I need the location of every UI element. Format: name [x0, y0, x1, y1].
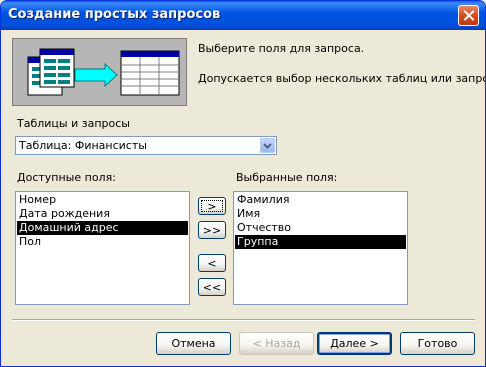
- close-button[interactable]: [458, 5, 479, 26]
- add-all-fields-button-label: >>: [202, 224, 222, 237]
- available-field-item[interactable]: Номер: [17, 193, 188, 207]
- combobox-dropdown-button[interactable]: [260, 138, 275, 153]
- remove-field-button[interactable]: <: [198, 254, 226, 272]
- available-fields-label: Доступные поля:: [17, 171, 116, 184]
- back-button-label: < Назад: [252, 337, 301, 350]
- chevron-down-icon: [263, 143, 272, 149]
- selected-fields-label: Выбранные поля:: [236, 171, 338, 184]
- remove-field-button-label: <: [207, 257, 217, 270]
- finish-button-label: Готово: [417, 337, 458, 350]
- tables-combobox[interactable]: Таблица: Финансисты: [15, 136, 277, 155]
- intro-line-1: Выберите поля для запроса.: [198, 42, 365, 55]
- tables-combobox-value: Таблица: Финансисты: [19, 139, 147, 152]
- available-field-item[interactable]: Дата рождения: [17, 207, 188, 221]
- cancel-button-label: Отмена: [171, 337, 216, 350]
- back-button[interactable]: < Назад: [239, 332, 314, 355]
- wizard-illustration: [12, 38, 187, 106]
- title-bar[interactable]: Создание простых запросов: [1, 1, 485, 30]
- selected-field-item[interactable]: Отчество: [235, 221, 406, 235]
- available-field-item[interactable]: Пол: [17, 235, 188, 249]
- add-field-button[interactable]: >: [198, 197, 226, 215]
- intro-line-2: Допускается выбор нескольких таблиц или …: [198, 72, 486, 85]
- cancel-button[interactable]: Отмена: [156, 332, 231, 355]
- remove-all-fields-button[interactable]: <<: [198, 278, 226, 296]
- footer-separator: [12, 319, 475, 321]
- next-button-label: Далее >: [330, 337, 379, 350]
- selected-fields-list[interactable]: Фамилия Имя Отчество Группа: [233, 191, 408, 305]
- available-field-item-selected[interactable]: Домашний адрес: [17, 221, 188, 235]
- selected-field-item[interactable]: Фамилия: [235, 193, 406, 207]
- selected-field-item[interactable]: Имя: [235, 207, 406, 221]
- next-button[interactable]: Далее >: [317, 332, 392, 355]
- tables-to-query-icon: [27, 48, 180, 96]
- finish-button[interactable]: Готово: [400, 332, 475, 355]
- window-title: Создание простых запросов: [8, 7, 221, 22]
- add-field-button-label: >: [207, 200, 217, 213]
- query-wizard-window: Создание простых запросов Выберите поля …: [0, 0, 486, 367]
- tables-label: Таблицы и запросы: [17, 117, 130, 130]
- selected-field-item-selected[interactable]: Группа: [235, 235, 406, 249]
- available-fields-list[interactable]: Номер Дата рождения Домашний адрес Пол: [15, 191, 190, 305]
- remove-all-fields-button-label: <<: [202, 281, 222, 294]
- add-all-fields-button[interactable]: >>: [198, 221, 226, 239]
